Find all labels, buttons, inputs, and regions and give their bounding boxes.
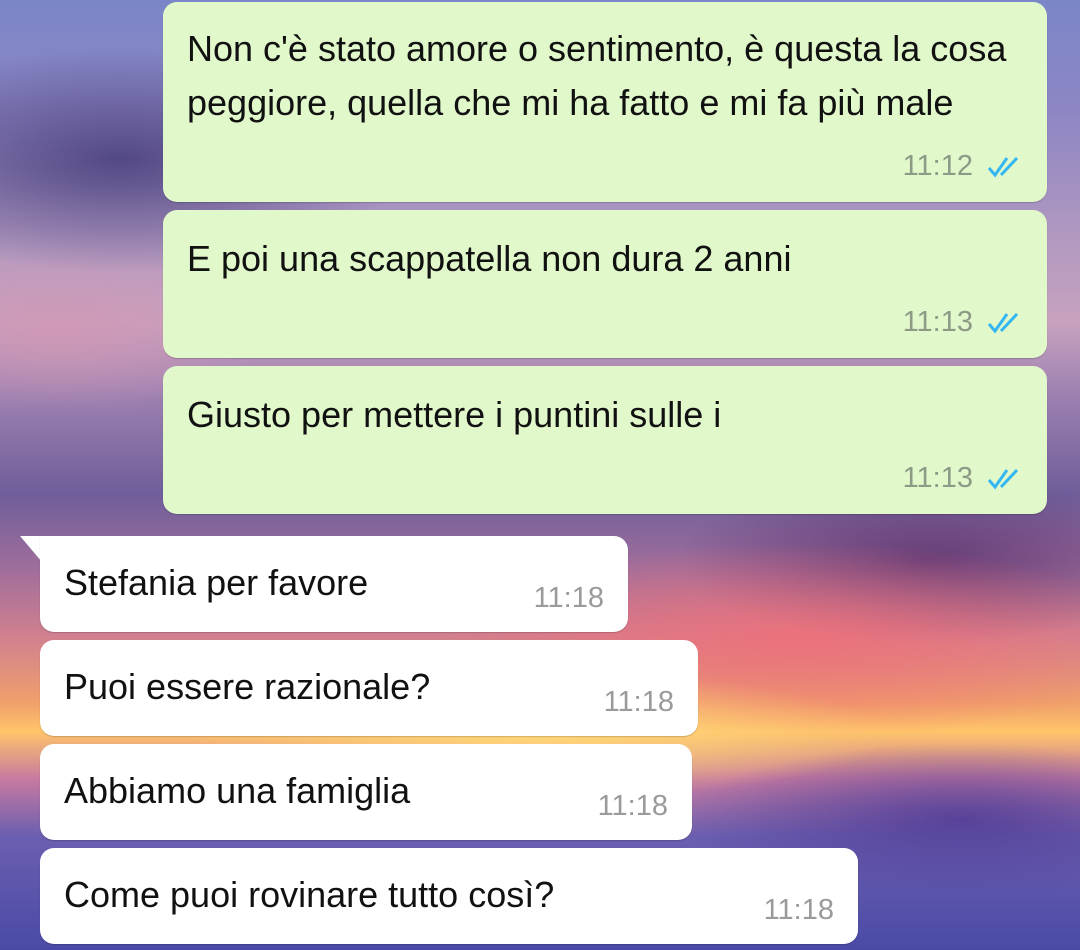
message-text: Non c'è stato amore o sentimento, è ques… bbox=[187, 28, 1017, 123]
message-text: Stefania per favore bbox=[64, 562, 369, 603]
message-time: 11:18 bbox=[603, 686, 674, 718]
message-time: 11:13 bbox=[902, 306, 973, 338]
message-time: 11:18 bbox=[533, 582, 604, 614]
incoming-message[interactable]: Stefania per favore 11:18 bbox=[40, 536, 628, 632]
message-time: 11:12 bbox=[902, 150, 973, 182]
outgoing-message[interactable]: Giusto per mettere i puntini sulle i 11:… bbox=[163, 366, 1047, 514]
double-check-read-icon bbox=[987, 467, 1021, 491]
message-time: 11:18 bbox=[597, 790, 668, 822]
message-time: 11:18 bbox=[763, 894, 834, 926]
message-time: 11:13 bbox=[902, 462, 973, 494]
message-text: Come puoi rovinare tutto così? bbox=[64, 874, 555, 915]
outgoing-message[interactable]: E poi una scappatella non dura 2 anni 11… bbox=[163, 210, 1047, 358]
message-text: Puoi essere razionale? bbox=[64, 666, 431, 707]
double-check-read-icon bbox=[987, 311, 1021, 335]
message-text: Giusto per mettere i puntini sulle i bbox=[187, 394, 722, 435]
incoming-message[interactable]: Abbiamo una famiglia 11:18 bbox=[40, 744, 692, 840]
message-text: Abbiamo una famiglia bbox=[64, 770, 411, 811]
incoming-message[interactable]: Come puoi rovinare tutto così? 11:18 bbox=[40, 848, 858, 944]
outgoing-message[interactable]: Non c'è stato amore o sentimento, è ques… bbox=[163, 2, 1047, 202]
double-check-read-icon bbox=[987, 155, 1021, 179]
incoming-message[interactable]: Puoi essere razionale? 11:18 bbox=[40, 640, 698, 736]
message-text: E poi una scappatella non dura 2 anni bbox=[187, 238, 792, 279]
incoming-bubble-tail bbox=[20, 536, 42, 562]
